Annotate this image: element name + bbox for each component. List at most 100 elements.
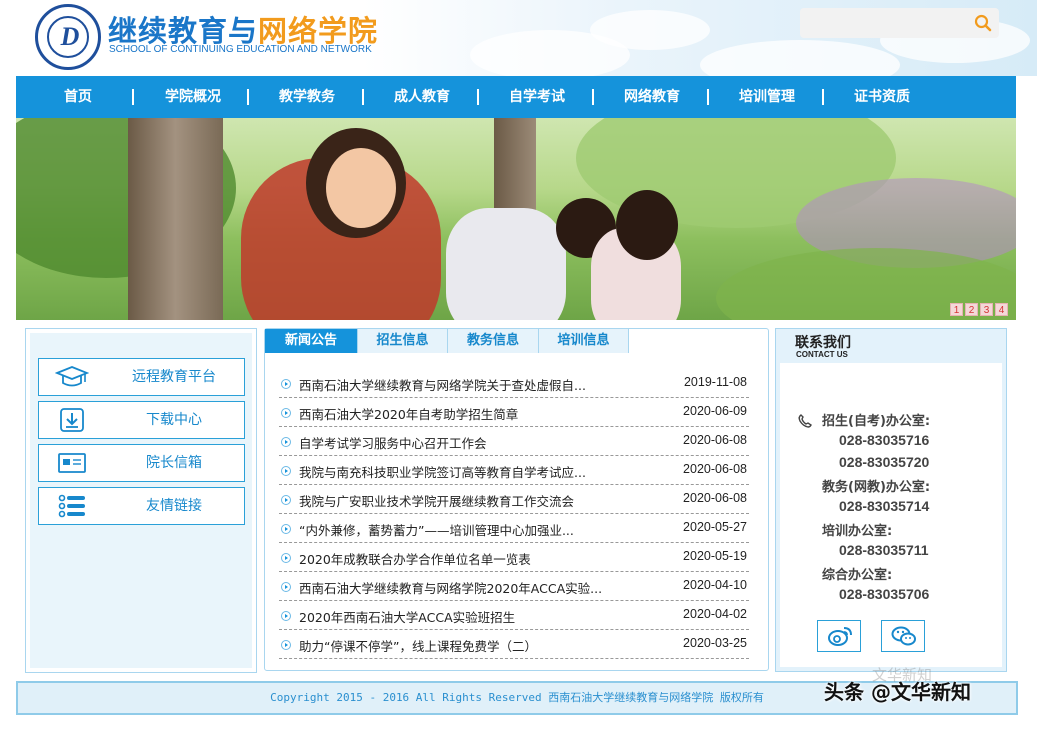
contact-panel: 联系我们 CONTACT US 招生(自考)办公室: 028-83035716 …: [775, 328, 1007, 672]
news-item[interactable]: 自学考试学习服务中心召开工作会 2020-06-08: [279, 427, 749, 456]
news-panel: 新闻公告 招生信息 教务信息 培训信息 西南石油大学继续教育与网络学院关于查处虚…: [264, 328, 769, 671]
quick-link-friendly-links[interactable]: 友情链接: [38, 487, 245, 525]
office-phone-number: 028-83035711: [839, 542, 929, 558]
quick-link-download-center[interactable]: 下载中心: [38, 401, 245, 439]
contact-inner: 招生(自考)办公室: 028-83035716 028-83035720 教务(…: [780, 363, 1002, 667]
office-phone-number: 028-83035716: [839, 432, 930, 448]
banner-page-1[interactable]: 1: [950, 303, 963, 316]
news-item[interactable]: 西南石油大学继续教育与网络学院关于查处虚假自... 2019-11-08: [279, 369, 749, 398]
office-phone-number: 028-83035720: [839, 454, 930, 470]
quick-link-label: 院长信箱: [146, 455, 202, 471]
news-title[interactable]: 西南石油大学继续教育与网络学院2020年ACCA实验...: [299, 578, 659, 597]
news-title[interactable]: 西南石油大学继续教育与网络学院关于查处虚假自...: [299, 375, 659, 394]
chevron-right-icon: [281, 466, 291, 476]
site-subtitle: SCHOOL OF CONTINUING EDUCATION AND NETWO…: [109, 44, 372, 55]
weibo-button[interactable]: [817, 620, 861, 652]
tab-training[interactable]: 培训信息: [539, 329, 629, 353]
news-title[interactable]: 2020年西南石油大学ACCA实验班招生: [299, 607, 659, 626]
contact-subtitle: CONTACT US: [796, 350, 848, 359]
weibo-icon: [828, 627, 852, 646]
news-item[interactable]: 助力“停课不停学”，线上课程免费学（二） 2020-03-25: [279, 630, 749, 659]
nav-item-home[interactable]: 首页: [64, 76, 92, 118]
banner-student-face: [326, 148, 396, 228]
office-label-admissions: 招生(自考)办公室:: [822, 414, 931, 429]
quick-link-remote-platform[interactable]: 远程教育平台: [38, 358, 245, 396]
news-date: 2020-06-09: [683, 404, 747, 418]
news-date: 2020-06-08: [683, 491, 747, 505]
news-item[interactable]: 西南石油大学继续教育与网络学院2020年ACCA实验... 2020-04-10: [279, 572, 749, 601]
news-item[interactable]: 我院与南充科技职业学院签订高等教育自学考试应... 2020-06-08: [279, 456, 749, 485]
nav-item-online-education[interactable]: 网络教育: [624, 76, 680, 118]
university-logo[interactable]: D: [35, 4, 101, 70]
main-nav: 首页 学院概况 教学教务 成人教育 自学考试 网络教育 培训管理 证书资质: [16, 76, 1016, 118]
tab-admissions[interactable]: 招生信息: [358, 329, 448, 353]
office-phone-number: 028-83035706: [839, 586, 930, 602]
news-item[interactable]: 2020年成教联合办学合作单位名单一览表 2020-05-19: [279, 543, 749, 572]
news-date: 2020-05-27: [683, 520, 747, 534]
chevron-right-icon: [281, 582, 291, 592]
news-item[interactable]: 2020年西南石油大学ACCA实验班招生 2020-04-02: [279, 601, 749, 630]
wechat-button[interactable]: [881, 620, 925, 652]
news-item[interactable]: 西南石油大学2020年自考助学招生简章 2020-06-09: [279, 398, 749, 427]
news-date: 2020-06-08: [683, 462, 747, 476]
banner-tree-trunk: [128, 118, 223, 320]
nav-item-teaching[interactable]: 教学教务: [279, 76, 335, 118]
header-cloud: [700, 40, 900, 76]
nav-separator: [477, 89, 479, 105]
logo-inner-ring: D: [47, 16, 89, 58]
site-title-main: 继续教育与: [108, 14, 259, 48]
news-item[interactable]: “内外兼修，蓄势蓄力”——培训管理中心加强业... 2020-05-27: [279, 514, 749, 543]
tab-academic[interactable]: 教务信息: [448, 329, 539, 353]
news-tabs: 新闻公告 招生信息 教务信息 培训信息: [265, 329, 629, 353]
news-title[interactable]: 自学考试学习服务中心召开工作会: [299, 433, 659, 452]
news-item[interactable]: 我院与广安职业技术学院开展继续教育工作交流会 2020-06-08: [279, 485, 749, 514]
banner-page-2[interactable]: 2: [965, 303, 978, 316]
banner-page-4[interactable]: 4: [995, 303, 1008, 316]
tab-news[interactable]: 新闻公告: [265, 329, 358, 353]
quick-link-label: 下载中心: [146, 412, 202, 428]
nav-separator: [362, 89, 364, 105]
search-input[interactable]: [806, 13, 966, 33]
news-title[interactable]: 西南石油大学2020年自考助学招生简章: [299, 404, 659, 423]
news-title[interactable]: 2020年成教联合办学合作单位名单一览表: [299, 549, 659, 568]
chevron-right-icon: [281, 553, 291, 563]
page: D 继续教育与网络学院 SCHOOL OF CONTINUING EDUCATI…: [0, 0, 1037, 729]
news-date: 2020-04-10: [683, 578, 747, 592]
news-date: 2020-05-19: [683, 549, 747, 563]
logo-letter: D: [60, 22, 80, 51]
quick-link-president-mailbox[interactable]: 院长信箱: [38, 444, 245, 482]
news-date: 2019-11-08: [683, 375, 747, 389]
contact-title: 联系我们: [795, 335, 851, 351]
banner-pager: 1 2 3 4: [950, 303, 1008, 316]
graduation-cap-icon: [55, 366, 89, 387]
chevron-right-icon: [281, 408, 291, 418]
chevron-right-icon: [281, 611, 291, 621]
office-label-training: 培训办公室:: [822, 524, 893, 539]
nav-item-about[interactable]: 学院概况: [165, 76, 221, 118]
news-title[interactable]: “内外兼修，蓄势蓄力”——培训管理中心加强业...: [299, 520, 659, 539]
nav-item-self-study-exam[interactable]: 自学考试: [509, 76, 565, 118]
banner-student: [446, 208, 566, 320]
chevron-right-icon: [281, 640, 291, 650]
nav-item-training[interactable]: 培训管理: [739, 76, 795, 118]
nav-separator: [247, 89, 249, 105]
quick-links-panel: 远程教育平台 下载中心 院长信箱 友情链接: [25, 328, 257, 673]
chevron-right-icon: [281, 495, 291, 505]
office-label-general: 综合办公室:: [822, 568, 893, 583]
news-title[interactable]: 我院与南充科技职业学院签订高等教育自学考试应...: [299, 462, 659, 481]
news-title[interactable]: 我院与广安职业技术学院开展继续教育工作交流会: [299, 491, 659, 510]
quick-link-label: 友情链接: [146, 498, 202, 514]
wechat-icon: [891, 626, 916, 646]
site-title-accent: 网络学院: [258, 14, 379, 48]
link-list-icon: [58, 494, 85, 518]
nav-separator: [707, 89, 709, 105]
banner-student-hair: [616, 190, 678, 260]
nav-item-adult-education[interactable]: 成人教育: [394, 76, 450, 118]
search-icon[interactable]: [974, 14, 992, 32]
watermark: 头条 @文华新知: [824, 680, 971, 704]
banner-slideshow[interactable]: 1 2 3 4: [16, 118, 1016, 320]
nav-item-certificates[interactable]: 证书资质: [854, 76, 910, 118]
banner-page-3[interactable]: 3: [980, 303, 993, 316]
news-title[interactable]: 助力“停课不停学”，线上课程免费学（二）: [299, 636, 659, 655]
news-date: 2020-03-25: [683, 636, 747, 650]
